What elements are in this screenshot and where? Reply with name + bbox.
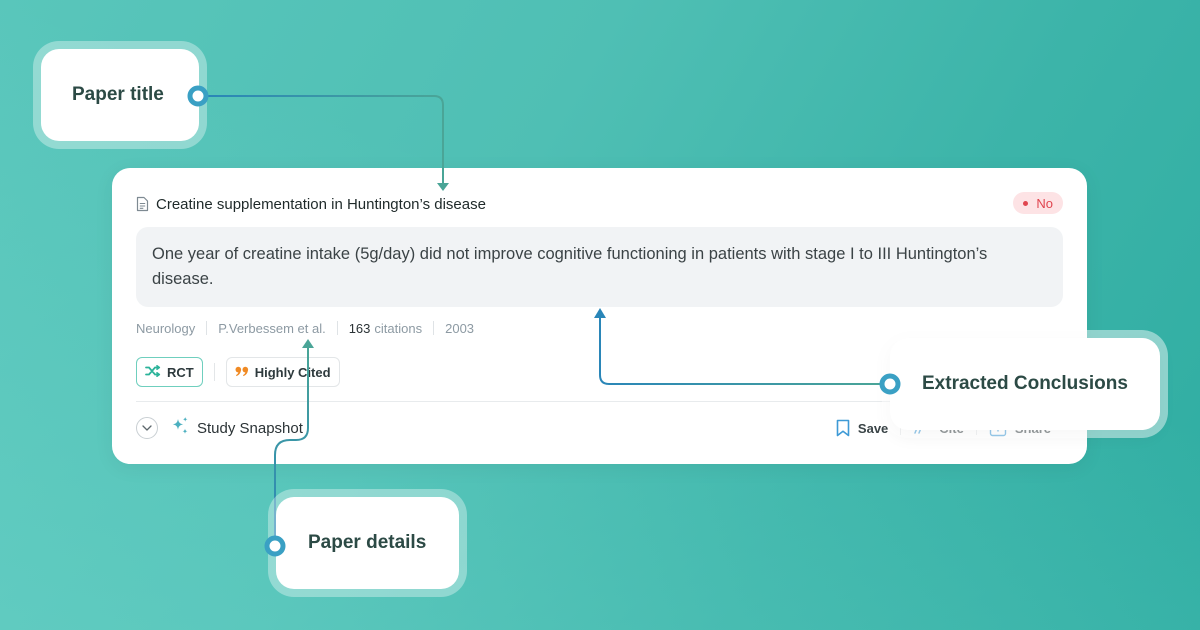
citation-count: 163 (348, 320, 371, 336)
meta-divider (336, 321, 338, 335)
expand-button[interactable] (136, 417, 158, 439)
quote-icon (235, 365, 249, 380)
tag-highly-cited[interactable]: Highly Cited (225, 357, 340, 387)
callout-paper-details-label: Paper details (308, 532, 427, 553)
bookmark-icon (836, 419, 850, 437)
tag-rct-label: RCT (167, 364, 194, 380)
callout-extracted-conclusions: Extracted Conclusions (890, 338, 1160, 430)
meta-divider (433, 321, 435, 335)
callout-paper-title-label: Paper title (72, 84, 164, 105)
callout-paper-details: Paper details (276, 497, 459, 589)
badge-dot-icon (1023, 200, 1029, 206)
callout-extracted-conclusions-label: Extracted Conclusions (922, 373, 1128, 394)
tag-highly-cited-label: Highly Cited (254, 364, 331, 380)
save-button[interactable]: Save (824, 419, 900, 437)
card-title-row: Creatine supplementation in Huntington’s… (136, 194, 1063, 214)
extracted-conclusion: One year of creatine intake (5g/day) did… (136, 227, 1063, 307)
document-icon (136, 196, 149, 212)
paper-authors: P.Verbessem et al. (218, 320, 326, 336)
shuffle-icon (145, 364, 161, 380)
tag-divider (213, 363, 215, 381)
save-label: Save (857, 420, 889, 436)
tags-row: RCT Highly Cited (136, 357, 340, 387)
paper-details: Neurology P.Verbessem et al. 163 citatio… (136, 320, 474, 336)
study-snapshot-button[interactable]: Study Snapshot (197, 420, 303, 437)
sparkles-icon (170, 416, 190, 441)
paper-title[interactable]: Creatine supplementation in Huntington’s… (156, 196, 486, 213)
citations-label: citations (374, 320, 423, 336)
paper-year: 2003 (445, 320, 475, 336)
tag-rct[interactable]: RCT (136, 357, 203, 387)
meta-divider (206, 321, 208, 335)
chevron-down-icon (142, 425, 152, 431)
verdict-badge: No (1013, 192, 1063, 214)
callout-paper-title: Paper title (41, 49, 199, 141)
paper-field: Neurology (136, 320, 196, 336)
verdict-badge-label: No (1036, 195, 1053, 211)
